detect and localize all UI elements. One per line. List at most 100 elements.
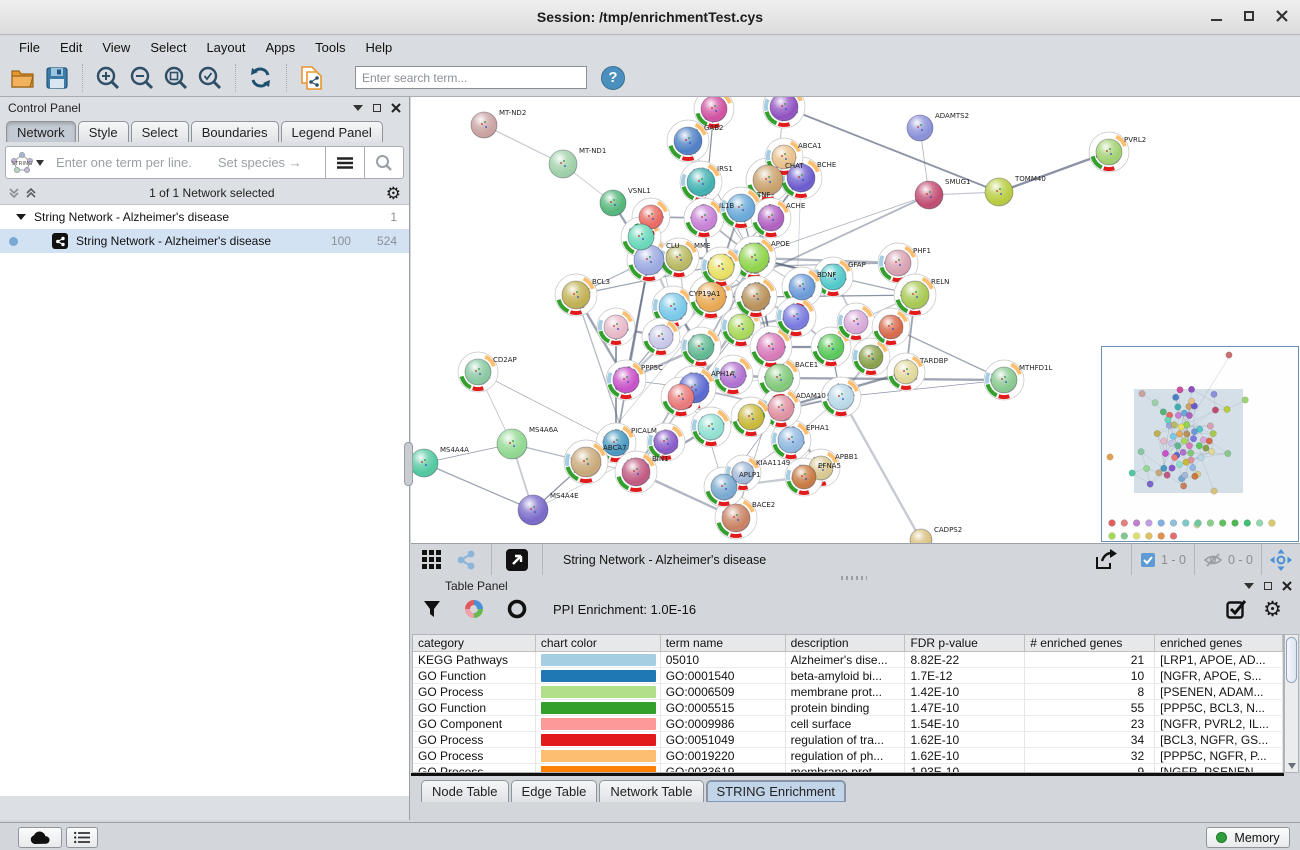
graph-node[interactable] xyxy=(879,315,903,339)
table-row[interactable]: GO ProcessGO:0006509membrane prot...1.42… xyxy=(413,684,1283,700)
panel-splitter-handle[interactable] xyxy=(404,442,413,486)
table-row[interactable]: GO ProcessGO:0033619membrane prot...1.93… xyxy=(413,764,1283,773)
network-options-gear-icon[interactable]: ⚙ xyxy=(386,185,401,202)
tab-network-table[interactable]: Network Table xyxy=(599,780,703,802)
menu-item-edit[interactable]: Edit xyxy=(51,37,91,58)
export-network-icon[interactable] xyxy=(1091,545,1121,575)
graph-node-efna5[interactable] xyxy=(792,465,816,489)
table-row[interactable]: GO ProcessGO:0019220regulation of ph...1… xyxy=(413,748,1283,764)
graph-node-irs1[interactable] xyxy=(687,168,715,196)
table-row[interactable]: GO FunctionGO:0005515protein binding1.47… xyxy=(413,700,1283,716)
graph-node[interactable] xyxy=(701,97,727,122)
network-row-selected[interactable]: String Network - Alzheimer's disease 100… xyxy=(0,229,409,253)
graph-node-mt-nd1[interactable] xyxy=(549,150,577,178)
graph-node[interactable] xyxy=(818,334,844,360)
table-scrollbar[interactable] xyxy=(1284,634,1299,773)
graph-node-tardbp[interactable] xyxy=(894,360,918,384)
graph-node-ppp5c[interactable] xyxy=(613,367,639,393)
grid-view-icon[interactable] xyxy=(417,545,447,575)
menu-item-layout[interactable]: Layout xyxy=(197,37,254,58)
network-canvas[interactable]: MT-ND2MT-ND1VSNL1GAB2IRS1CHATBCHEIL1BTNF… xyxy=(411,97,1300,543)
save-session-icon[interactable] xyxy=(42,63,72,93)
donut-chart-icon[interactable] xyxy=(463,598,485,620)
graph-node-ms4a4a[interactable] xyxy=(411,449,438,477)
table-settings-gear-icon[interactable]: ⚙ xyxy=(1263,599,1282,620)
network-collection-row[interactable]: String Network - Alzheimer's disease 1 xyxy=(0,205,409,229)
tab-string-enrichment[interactable]: STRING Enrichment xyxy=(706,780,846,802)
column-header---enriched-genes[interactable]: # enriched genes xyxy=(1025,635,1155,652)
column-header-description[interactable]: description xyxy=(786,635,906,652)
graph-node[interactable] xyxy=(742,283,770,311)
memory-button[interactable]: Memory xyxy=(1206,827,1290,848)
select-columns-icon[interactable] xyxy=(1226,599,1247,620)
string-options-icon[interactable] xyxy=(326,146,364,179)
graph-node[interactable] xyxy=(828,384,854,410)
graph-node[interactable] xyxy=(628,224,654,250)
expand-all-icon[interactable] xyxy=(25,187,38,199)
string-search-icon[interactable] xyxy=(365,146,403,179)
graph-node[interactable] xyxy=(770,97,798,121)
close-icon[interactable] xyxy=(1276,10,1288,22)
column-header-enriched-genes[interactable]: enriched genes xyxy=(1155,635,1283,652)
graph-node-bace1[interactable] xyxy=(765,364,793,392)
set-species-hint[interactable]: Set species → xyxy=(218,155,302,170)
menu-item-apps[interactable]: Apps xyxy=(257,37,305,58)
graph-node-mthfd1l[interactable] xyxy=(991,367,1017,393)
graph-node[interactable] xyxy=(668,384,694,410)
tab-edge-table[interactable]: Edge Table xyxy=(511,780,598,802)
graph-node-cd2ap[interactable] xyxy=(465,359,491,385)
menu-item-view[interactable]: View xyxy=(93,37,139,58)
graph-node[interactable] xyxy=(604,315,628,339)
graph-node-bace2[interactable] xyxy=(722,504,750,532)
graph-node-abca7[interactable] xyxy=(571,447,601,477)
tab-select[interactable]: Select xyxy=(131,121,189,142)
tab-boundaries[interactable]: Boundaries xyxy=(191,121,279,142)
graph-node-phf1[interactable] xyxy=(885,250,911,276)
search-input[interactable] xyxy=(355,66,587,89)
ring-chart-icon[interactable] xyxy=(507,599,527,619)
minimize-icon[interactable] xyxy=(1211,19,1222,21)
graph-node-ache[interactable] xyxy=(758,205,784,231)
menu-item-file[interactable]: File xyxy=(10,37,49,58)
pan-move-icon[interactable] xyxy=(1270,549,1292,571)
graph-node[interactable] xyxy=(649,325,673,349)
table-row[interactable]: KEGG Pathways05010Alzheimer's dise...8.8… xyxy=(413,652,1283,668)
table-panel-menu-icon[interactable] xyxy=(1244,583,1254,589)
graph-node[interactable] xyxy=(708,254,734,280)
graph-node-il1b[interactable] xyxy=(691,205,717,231)
column-header-category[interactable]: category xyxy=(413,635,536,652)
tree-expand-caret-icon[interactable] xyxy=(16,213,26,221)
string-share-icon[interactable] xyxy=(451,545,481,575)
zoom-selected-icon[interactable] xyxy=(195,63,225,93)
menu-item-tools[interactable]: Tools xyxy=(306,37,354,58)
help-icon[interactable]: ? xyxy=(601,66,625,90)
table-panel-float-icon[interactable] xyxy=(1264,582,1272,590)
table-panel-grip[interactable] xyxy=(841,576,867,580)
graph-node-gab2[interactable] xyxy=(674,127,702,155)
graph-node-reln[interactable] xyxy=(901,281,929,309)
graph-node-ms4a4e[interactable] xyxy=(518,495,548,525)
graph-node-smug1[interactable] xyxy=(915,181,943,209)
tab-legend-panel[interactable]: Legend Panel xyxy=(281,121,383,142)
scroll-down-icon[interactable] xyxy=(1288,763,1296,769)
tab-node-table[interactable]: Node Table xyxy=(421,780,509,802)
filter-icon[interactable] xyxy=(423,600,441,618)
graph-node-vsnl1[interactable] xyxy=(600,190,626,216)
graph-node-mt-nd2[interactable] xyxy=(471,112,497,138)
menu-item-select[interactable]: Select xyxy=(141,37,195,58)
cloud-tasks-button[interactable] xyxy=(18,827,62,848)
selected-nodes-checkbox-icon[interactable] xyxy=(1140,552,1156,568)
birds-eye-view[interactable] xyxy=(1101,346,1299,542)
panel-close-icon[interactable] xyxy=(391,103,401,113)
graph-node[interactable] xyxy=(698,414,724,440)
task-list-button[interactable] xyxy=(66,827,98,848)
graph-node-ms4a6a[interactable] xyxy=(497,429,527,459)
table-row[interactable]: GO ProcessGO:0051049regulation of tra...… xyxy=(413,732,1283,748)
hidden-eye-icon[interactable] xyxy=(1203,552,1223,568)
graph-node[interactable] xyxy=(783,304,809,330)
table-row[interactable]: GO ComponentGO:0009986cell surface1.54E-… xyxy=(413,716,1283,732)
open-session-icon[interactable] xyxy=(8,63,38,93)
graph-node-pvrl2[interactable] xyxy=(1096,139,1122,165)
graph-node-cadps2[interactable] xyxy=(910,529,932,543)
graph-node-apoe[interactable] xyxy=(739,243,769,273)
